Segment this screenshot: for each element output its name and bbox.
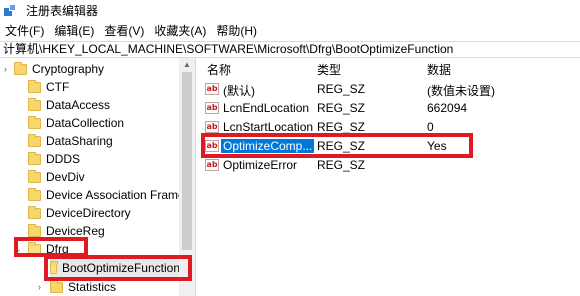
menu-edit[interactable]: 编辑(E) [49, 21, 99, 41]
value-type: REG_SZ [317, 82, 366, 96]
value-type: REG_SZ [317, 101, 366, 115]
value-data: 662094 [427, 101, 468, 115]
tree-item-dataaccess[interactable]: DataAccess [28, 96, 110, 114]
tree-item-cryptography[interactable]: › Cryptography [4, 60, 105, 78]
folder-icon [14, 61, 27, 75]
tree-item-datacollection[interactable]: DataCollection [28, 114, 124, 132]
menu-bar: 文件(F) 编辑(E) 查看(V) 收藏夹(A) 帮助(H) [0, 21, 580, 41]
tree-item-devicedirectory[interactable]: DeviceDirectory [28, 204, 131, 222]
tree-item-ctf[interactable]: CTF [28, 78, 69, 96]
value-row[interactable]: ab LcnEndLocation REG_SZ 662094 [197, 99, 580, 118]
menu-view[interactable]: 查看(V) [99, 21, 149, 41]
chevron-right-icon[interactable]: › [38, 282, 41, 292]
tree-item-datasharing[interactable]: DataSharing [28, 132, 113, 150]
tree-item-label: Cryptography [32, 62, 105, 76]
string-value-icon: ab [205, 83, 219, 95]
column-header-data[interactable]: 数据 [427, 61, 451, 78]
tree-item-devdiv[interactable]: DevDiv [28, 168, 85, 186]
title-bar: 注册表编辑器 [0, 0, 580, 21]
folder-icon [28, 97, 41, 111]
highlight-box-optimize-value [201, 133, 473, 158]
folder-icon [28, 169, 41, 183]
tree-item-label: DataAccess [46, 98, 111, 112]
value-row[interactable]: ab (默认) REG_SZ (数值未设置) [197, 80, 580, 99]
value-name: (默认) [223, 84, 255, 98]
window-title: 注册表编辑器 [26, 4, 99, 18]
menu-help[interactable]: 帮助(H) [211, 21, 262, 41]
highlight-box-dfrg [14, 237, 88, 257]
address-bar[interactable]: 计算机\HKEY_LOCAL_MACHINE\SOFTWARE\Microsof… [0, 41, 580, 58]
tree-item-label: DevDiv [46, 170, 85, 184]
value-type: REG_SZ [317, 120, 366, 134]
tree-item-label: Device Association Frame [46, 188, 185, 202]
value-name: LcnStartLocation [223, 120, 314, 134]
menu-file[interactable]: 文件(F) [0, 21, 49, 41]
values-list: 名称 类型 数据 ab (默认) REG_SZ (数值未设置) ab LcnEn… [197, 58, 580, 296]
folder-icon [28, 205, 41, 219]
folder-icon [28, 223, 41, 237]
value-name: OptimizeError [223, 158, 298, 172]
string-value-icon: ab [205, 159, 219, 171]
folder-icon [28, 187, 41, 201]
value-data: (数值未设置) [427, 84, 495, 98]
registry-editor-icon [4, 3, 18, 18]
string-value-icon: ab [205, 102, 219, 114]
chevron-right-icon[interactable]: › [4, 64, 7, 74]
tree-item-label: DataSharing [46, 134, 113, 148]
highlight-box-bootoptimizefunction [44, 255, 192, 281]
tree-item-device-association-frame[interactable]: Device Association Frame [28, 186, 185, 204]
value-data: 0 [427, 120, 434, 134]
tree-item-label: DeviceReg [46, 224, 105, 238]
value-name: LcnEndLocation [223, 101, 310, 115]
tree-item-label: DataCollection [46, 116, 125, 130]
folder-icon [28, 151, 41, 165]
tree-item-label: CTF [46, 80, 70, 94]
tree-item-ddds[interactable]: DDDS [28, 150, 80, 168]
string-value-icon: ab [205, 121, 219, 133]
tree-item-label: DeviceDirectory [46, 206, 131, 220]
value-row[interactable]: ab OptimizeError REG_SZ [197, 156, 580, 175]
tree-item-label: DDDS [46, 152, 81, 166]
folder-icon [28, 115, 41, 129]
scrollbar-thumb[interactable] [182, 72, 192, 250]
value-type: REG_SZ [317, 158, 366, 172]
menu-favorites[interactable]: 收藏夹(A) [149, 21, 211, 41]
tree-item-label: Statistics [68, 280, 117, 294]
column-header-name[interactable]: 名称 [207, 61, 231, 78]
folder-icon [50, 279, 63, 293]
column-header-type[interactable]: 类型 [317, 61, 341, 78]
folder-icon [28, 79, 41, 93]
scroll-up-arrow-icon[interactable]: ▲ [179, 58, 195, 72]
folder-icon [28, 133, 41, 147]
